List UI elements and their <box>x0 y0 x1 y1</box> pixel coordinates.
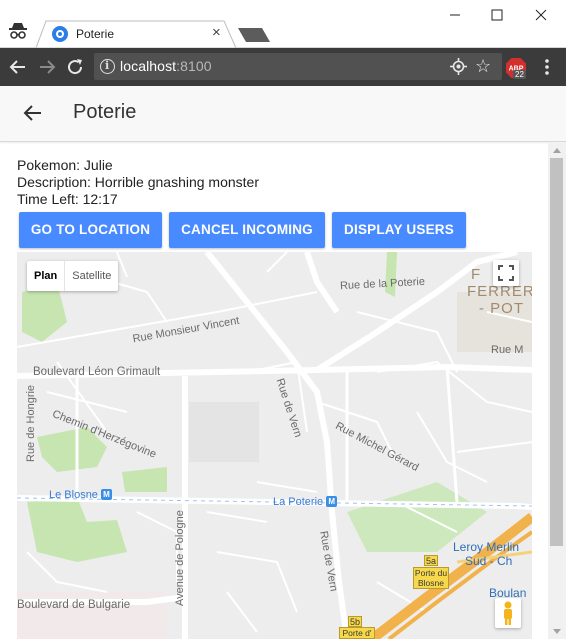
display-users-button[interactable]: DISPLAY USERS <box>332 212 466 248</box>
map-label-ferrer-line-1: F <box>471 266 482 283</box>
map-label-la-poterie: La Poterie M <box>273 496 338 508</box>
back-arrow-icon[interactable] <box>22 102 44 124</box>
page-title: Poterie <box>73 101 137 123</box>
exit-5a-badge: 5a <box>424 555 438 566</box>
map-label-le-blosne: Le Blosne M <box>49 489 112 501</box>
fullscreen-icon <box>498 265 514 281</box>
app-favicon-icon <box>52 26 68 42</box>
map-label-leroy-merlin: Leroy Merlin <box>453 540 520 554</box>
reload-icon[interactable] <box>64 56 86 78</box>
time-left: Time Left: 12:17 <box>17 191 118 207</box>
map-label-boulevard-leon-grimault: Boulevard Léon Grimault <box>33 366 161 378</box>
back-nav-icon[interactable] <box>7 56 29 78</box>
extension-count-badge: 22 <box>513 70 526 79</box>
map-label-avenue-de-pologne: Avenue de Pologne <box>174 510 186 606</box>
go-to-location-button[interactable]: GO TO LOCATION <box>19 212 162 248</box>
new-tab-button[interactable] <box>236 27 272 43</box>
map-label-ferrer-line-3: - POT <box>479 300 524 317</box>
pegman-icon <box>504 601 512 625</box>
scroll-down-arrow-icon[interactable] <box>553 629 561 634</box>
browser-menu-icon[interactable] <box>542 58 552 76</box>
site-info-icon[interactable] <box>100 59 115 74</box>
bookmark-star-icon[interactable]: ☆ <box>475 56 491 76</box>
map-type-control: Plan Satellite <box>27 261 119 291</box>
map-type-plan-button[interactable]: Plan <box>27 261 64 291</box>
street-view-pegman-button[interactable] <box>495 598 521 628</box>
map-fullscreen-button[interactable] <box>493 260 519 286</box>
map-type-satellite-button[interactable]: Satellite <box>64 261 118 291</box>
forward-nav-icon[interactable] <box>36 56 58 78</box>
tab-close-icon[interactable]: × <box>212 25 221 41</box>
pokemon-name: Pokemon: Julie <box>17 157 113 173</box>
map-label-sud-ch: Sud - Ch <box>465 554 513 568</box>
window-maximize-button[interactable] <box>482 4 512 26</box>
exit-5a-name: Porte du Blosne <box>413 567 449 589</box>
app-header: Poterie <box>0 86 566 142</box>
location-target-icon[interactable] <box>450 58 467 75</box>
browser-titlebar: Poterie × <box>0 0 566 48</box>
window-minimize-button[interactable] <box>440 4 470 26</box>
url-text: localhost:8100 <box>120 58 212 74</box>
metro-icon: M <box>100 489 112 500</box>
address-bar[interactable]: localhost:8100 ☆ <box>94 53 502 80</box>
metro-icon: M <box>326 496 338 507</box>
incognito-icon <box>9 23 27 39</box>
scrollbar-thumb[interactable] <box>550 158 563 546</box>
map-label-rue-m: Rue M <box>491 344 524 356</box>
tab-title: Poterie <box>76 27 115 41</box>
map-roads <box>17 252 532 639</box>
pokemon-description: Description: Horrible gnashing monster <box>17 174 259 190</box>
map-label-rue-de-hongrie: Rue de Hongrie <box>25 384 37 462</box>
scroll-up-arrow-icon[interactable] <box>553 148 561 153</box>
exit-5b-name: Porte d' <box>339 627 375 639</box>
exit-5b-badge: 5b <box>348 616 362 627</box>
window-close-button[interactable] <box>526 4 556 26</box>
browser-tab[interactable]: Poterie × <box>36 20 236 48</box>
cancel-incoming-button[interactable]: CANCEL INCOMING <box>169 212 325 248</box>
map-view[interactable]: Rue de la Poterie Rue Monsieur Vincent B… <box>17 252 532 639</box>
map-label-boulevard-de-bulgarie: Boulevard de Bulgarie <box>17 599 131 611</box>
